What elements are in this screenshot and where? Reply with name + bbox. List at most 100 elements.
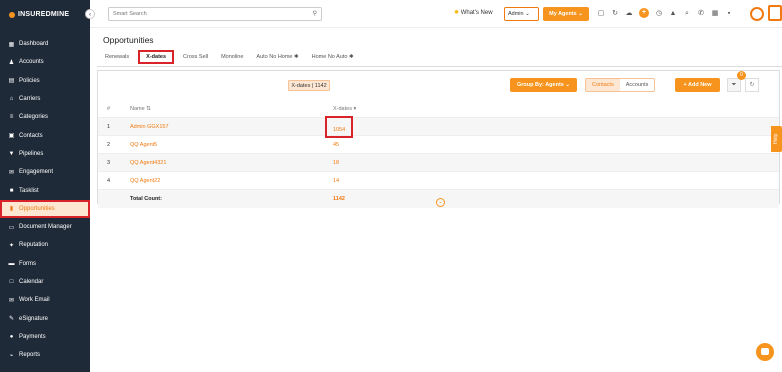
group-by-button[interactable]: Group By: Agents ⌄ xyxy=(510,78,577,92)
app-logo[interactable]: INSUREDMINE xyxy=(9,11,69,18)
sidebar-item-forms[interactable]: ▬ Forms xyxy=(0,255,90,273)
sidebar-item-policies[interactable]: ▤ Policies xyxy=(0,72,90,90)
my-agents-button[interactable]: My Agents ⌄ xyxy=(543,7,589,21)
sidebar-item-label: Calendar xyxy=(19,279,44,285)
sidebar-item-carriers[interactable]: ⌂ Carriers xyxy=(0,90,90,108)
header-label: Name xyxy=(130,106,145,112)
sidebar-item-pipelines[interactable]: ▼ Pipelines xyxy=(0,145,90,163)
add-new-button[interactable]: + Add New xyxy=(675,78,720,92)
tasklist-icon: ■ xyxy=(9,187,14,194)
sidebar-item-reports[interactable]: ⌁ Reports xyxy=(0,346,90,364)
help-tab[interactable]: Help xyxy=(771,126,782,152)
tab-renewals[interactable]: Renewals xyxy=(103,53,131,61)
sidebar-item-label: Dashboard xyxy=(19,41,49,48)
bell-icon[interactable]: ▲ xyxy=(669,8,677,19)
reputation-icon: ✦ xyxy=(8,242,15,249)
group-by-label: Group By: Agents xyxy=(517,82,564,88)
policies-icon: ▤ xyxy=(8,78,15,85)
sidebar-item-engagement[interactable]: ✉ Engagement xyxy=(0,163,90,181)
dashboard-icon: ▦ xyxy=(8,41,15,48)
search-input[interactable] xyxy=(109,8,299,20)
tabs-divider xyxy=(97,66,782,67)
sidebar-item-reputation[interactable]: ✦ Reputation xyxy=(0,236,90,254)
view-toggle: Contacts Accounts xyxy=(585,78,656,92)
filter-button[interactable]: ⏷ xyxy=(727,78,741,92)
sidebar-item-label: eSignature xyxy=(19,315,49,322)
agent-name-link[interactable]: QQ Agent4321 xyxy=(130,154,166,172)
sidebar-item-dashboard[interactable]: ▦ Dashboard xyxy=(0,35,90,53)
sidebar-item-label: Tasklist xyxy=(19,187,39,194)
agent-name-link[interactable]: Admin GGX157 xyxy=(130,118,169,136)
profile-square-icon[interactable] xyxy=(768,5,782,21)
sidebar-item-label: Reports xyxy=(19,352,41,359)
add-icon[interactable]: + xyxy=(639,8,649,18)
chat-bubble-icon[interactable] xyxy=(756,343,774,361)
sidebar-item-label: Policies xyxy=(19,77,40,84)
agent-name-link[interactable]: QQ Agent22 xyxy=(130,172,160,190)
sidebar-item-categories[interactable]: ≡ Categories xyxy=(0,108,90,126)
help-circle-icon[interactable] xyxy=(750,7,764,21)
logo-text: INSUREDMINE xyxy=(18,11,70,18)
sidebar-item-tasklist[interactable]: ■ Tasklist xyxy=(0,181,90,199)
page-title: Opportunities xyxy=(103,35,154,45)
sidebar-item-calendar[interactable]: □ Calendar xyxy=(0,273,90,291)
carriers-icon: ⌂ xyxy=(9,96,14,103)
x-dates-count-link[interactable]: 45 xyxy=(333,136,339,154)
agent-name-link[interactable]: QQ Agent5 xyxy=(130,136,157,154)
chevron-down-icon: ⌄ xyxy=(578,11,583,17)
sidebar-nav: ▦ Dashboard ♟ Accounts ▤ Policies ⌂ Carriers… xyxy=(0,35,90,364)
whats-new-label: What's New xyxy=(460,10,493,16)
sidebar-item-label: Pipelines xyxy=(19,150,44,157)
toolbar-icons: ▢ ↻ ☁ + ◷ ▲ ⌕ ✆ ▦ ▪ xyxy=(597,8,733,19)
apps-icon[interactable]: ▪ xyxy=(725,8,733,19)
cloud-icon[interactable]: ☁ xyxy=(625,8,633,19)
calendar-icon: □ xyxy=(9,279,14,285)
header-x-dates[interactable]: X-dates ▾ xyxy=(333,100,356,118)
sidebar-item-document-manager[interactable]: ▭ Document Manager xyxy=(0,218,90,236)
admin-select-value: Admin xyxy=(508,11,524,17)
sidebar-collapse-button[interactable]: ‹ xyxy=(85,9,95,19)
tab-monoline[interactable]: Monoline xyxy=(219,53,245,61)
pipelines-icon: ▼ xyxy=(8,150,15,157)
toggle-contacts[interactable]: Contacts xyxy=(586,79,620,91)
chat-icon[interactable]: ⌕ xyxy=(683,8,691,19)
refresh-button[interactable]: ↻ xyxy=(745,78,759,92)
bug-icon: ✱ xyxy=(348,54,354,60)
sync-icon[interactable]: ↻ xyxy=(611,8,619,19)
admin-select[interactable]: Admin ⌄ xyxy=(504,7,539,21)
bug-icon: ✱ xyxy=(294,54,299,60)
sidebar-item-esignature[interactable]: ✎ eSignature xyxy=(0,309,90,327)
opportunities-icon: ▮ xyxy=(9,206,14,213)
x-dates-count-link[interactable]: 14 xyxy=(333,172,339,190)
toggle-accounts[interactable]: Accounts xyxy=(620,79,655,91)
table-row: 2 QQ Agent5 45 xyxy=(98,136,779,154)
scroll-down-icon[interactable]: ⌄ xyxy=(436,198,445,207)
tab-x-dates[interactable]: X-dates xyxy=(138,50,175,64)
header-name[interactable]: Name ⇅ xyxy=(130,100,151,118)
total-value: 1142 xyxy=(333,196,345,202)
phone-icon[interactable]: ✆ xyxy=(697,8,705,19)
sort-icon: ⇅ xyxy=(146,106,151,112)
sidebar-item-label: Payments xyxy=(19,333,46,340)
table-row: 4 QQ Agent22 14 xyxy=(98,172,779,190)
x-dates-count-link[interactable]: 18 xyxy=(333,154,339,172)
engagement-icon: ✉ xyxy=(8,169,15,176)
chevron-down-icon: ⌄ xyxy=(525,11,530,17)
smart-search[interactable]: ⚲ xyxy=(108,7,322,21)
sidebar-item-payments[interactable]: ● Payments xyxy=(0,328,90,346)
clock-icon[interactable]: ◷ xyxy=(655,8,663,19)
sidebar-item-work-email[interactable]: ✉ Work Email xyxy=(0,291,90,309)
top-bar: ⚲ ✹ What's New Admin ⌄ My Agents ⌄ ▢ ↻ ☁… xyxy=(90,0,782,28)
whats-new-link[interactable]: ✹ What's New xyxy=(454,9,493,16)
sidebar-item-opportunities[interactable]: ▮ Opportunities xyxy=(0,199,90,218)
grid-icon[interactable]: ▦ xyxy=(711,8,719,19)
tab-cross-sell[interactable]: Cross Sell xyxy=(181,53,210,61)
tab-home-no-auto[interactable]: Home No Auto ✱ xyxy=(310,53,356,61)
tab-auto-no-home[interactable]: Auto No Home ✱ xyxy=(254,53,300,61)
x-dates-count-link[interactable]: 1054 xyxy=(324,116,354,138)
notes-icon[interactable]: ▢ xyxy=(597,8,605,19)
sidebar-item-accounts[interactable]: ♟ Accounts xyxy=(0,53,90,71)
sidebar-item-contacts[interactable]: ▣ Contacts xyxy=(0,126,90,144)
chevron-down-icon: ⌄ xyxy=(565,82,570,88)
sidebar-item-label: Opportunities xyxy=(19,205,55,212)
